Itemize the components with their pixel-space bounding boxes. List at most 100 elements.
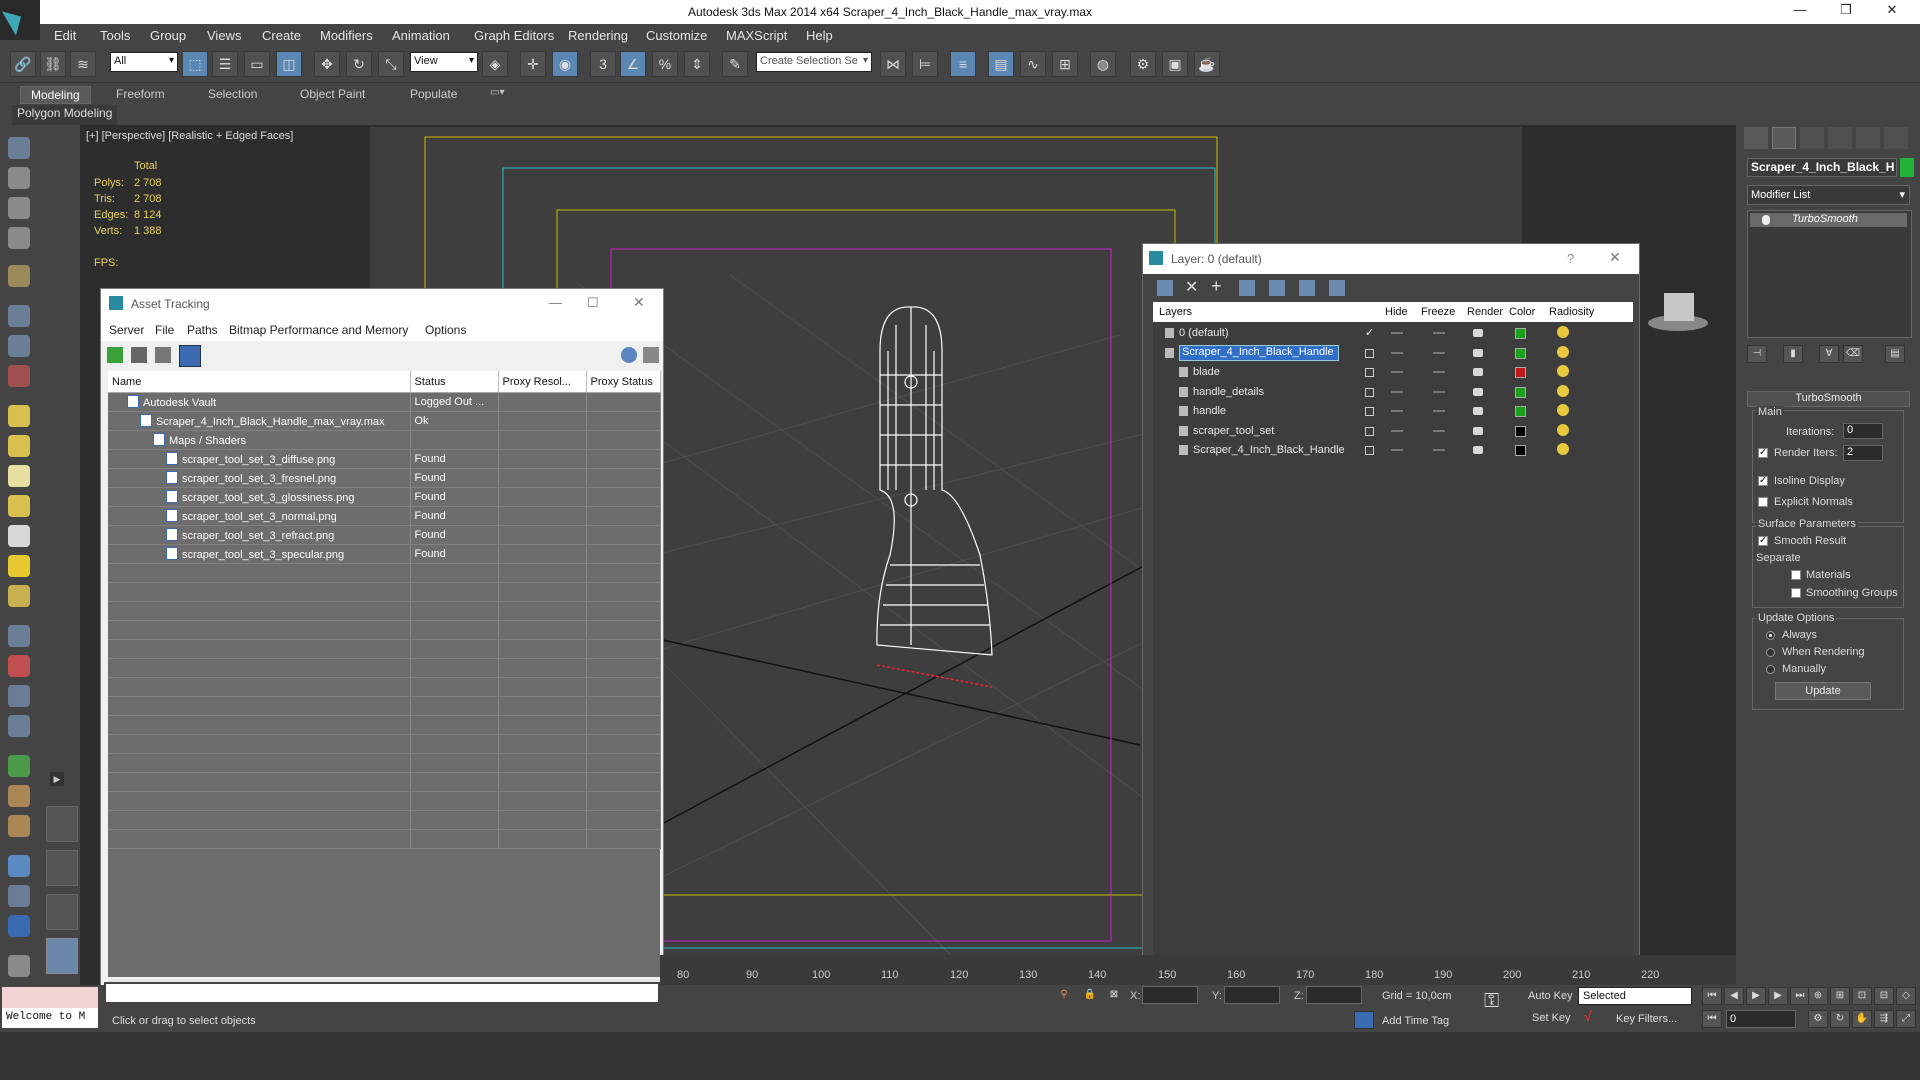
- radiosity-icon[interactable]: [1557, 384, 1569, 397]
- layer-name[interactable]: scraper_tool_set: [1193, 425, 1274, 437]
- materials-checkbox[interactable]: [1791, 570, 1801, 580]
- align-icon[interactable]: ⊨: [912, 51, 938, 77]
- layer-row[interactable]: scraper_tool_set: [1153, 422, 1623, 441]
- close-icon[interactable]: ✕: [633, 294, 645, 311]
- layout-three-icon[interactable]: [46, 850, 78, 886]
- add-to-layer-icon[interactable]: +: [1211, 276, 1227, 296]
- layout-four-icon[interactable]: [46, 806, 78, 842]
- layout-single-icon[interactable]: [46, 938, 78, 974]
- col-render[interactable]: Render: [1467, 306, 1503, 318]
- list-icon[interactable]: [8, 197, 30, 219]
- cone-icon[interactable]: [8, 525, 30, 547]
- key-mode-toggle-icon[interactable]: ⏮: [1702, 1010, 1722, 1028]
- menu-customize[interactable]: Customize: [646, 28, 707, 43]
- timeline[interactable]: 80 90 100 110 120 130 140 150 160 170 18…: [660, 955, 1736, 985]
- render-teapot-icon[interactable]: [1473, 407, 1483, 415]
- script-icon[interactable]: [8, 885, 30, 907]
- table-row[interactable]: scraper_tool_set_3_diffuse.png Found: [108, 449, 661, 469]
- app-logo-icon[interactable]: [0, 0, 40, 40]
- maximize-icon[interactable]: ☐: [587, 295, 599, 311]
- layer-color-swatch[interactable]: [1515, 445, 1526, 456]
- freeze-toggle[interactable]: [1433, 371, 1445, 373]
- go-to-start-icon[interactable]: ⏮: [1702, 987, 1722, 1005]
- update-button[interactable]: Update: [1775, 682, 1871, 700]
- layer-color-swatch[interactable]: [1515, 425, 1526, 437]
- edit-named-selection-icon[interactable]: ✎: [722, 51, 748, 77]
- camera-icon[interactable]: [8, 305, 30, 327]
- percent-snap-icon[interactable]: %: [652, 51, 678, 77]
- helper-icon[interactable]: [8, 335, 30, 357]
- field-of-view-icon[interactable]: ◇: [1896, 987, 1916, 1005]
- network-icon[interactable]: [8, 915, 30, 937]
- asset-tracking-titlebar[interactable]: Asset Tracking — ☐ ✕: [101, 289, 663, 319]
- menu-edit[interactable]: Edit: [54, 28, 76, 43]
- table-row[interactable]: scraper_tool_set_3_glossiness.png Found: [108, 487, 661, 507]
- hide-toggle[interactable]: [1391, 332, 1403, 334]
- tube-icon[interactable]: [8, 685, 30, 707]
- help-icon[interactable]: [621, 347, 637, 363]
- render-iters-spinner[interactable]: 2: [1843, 445, 1883, 461]
- freeze-toggle[interactable]: [1433, 410, 1445, 412]
- rendered-frame-window-icon[interactable]: ▣: [1162, 51, 1188, 77]
- close-button[interactable]: ✕: [1872, 2, 1912, 22]
- minimize-icon[interactable]: —: [549, 295, 562, 310]
- table-row[interactable]: [108, 601, 661, 621]
- configure-sets-icon[interactable]: ▤: [1885, 345, 1905, 363]
- grid-icon[interactable]: [8, 227, 30, 249]
- thumbnail-view-icon[interactable]: [155, 347, 171, 363]
- set-current-layer-icon[interactable]: [1365, 446, 1374, 455]
- layer-manager-icon[interactable]: ≡: [950, 51, 976, 77]
- table-row[interactable]: [108, 829, 661, 849]
- window-crossing-icon[interactable]: ◫: [276, 51, 302, 77]
- select-and-link-icon[interactable]: 🔗: [10, 51, 36, 77]
- table-row[interactable]: Autodesk Vault Logged Out ...: [108, 392, 661, 412]
- radiosity-icon[interactable]: [1557, 365, 1569, 377]
- col-hide[interactable]: Hide: [1385, 306, 1408, 318]
- sphere-icon[interactable]: [8, 435, 30, 457]
- prompt-line[interactable]: [104, 982, 660, 1004]
- named-selection-set-dropdown[interactable]: Create Selection Se: [756, 52, 872, 72]
- z-coord-field[interactable]: [1306, 986, 1362, 1004]
- radiosity-icon[interactable]: [1557, 404, 1569, 416]
- menu-paths[interactable]: Paths: [187, 323, 218, 337]
- table-row[interactable]: scraper_tool_set_3_refract.png Found: [108, 525, 661, 545]
- table-row[interactable]: [108, 658, 661, 678]
- zoom-extents-icon[interactable]: ⊡: [1852, 987, 1872, 1005]
- menu-views[interactable]: Views: [207, 28, 241, 43]
- menu-bitmap-performance[interactable]: Bitmap Performance and Memory: [229, 323, 408, 337]
- play-icon[interactable]: ▶: [1746, 987, 1766, 1005]
- absolute-mode-icon[interactable]: ⊠: [1104, 987, 1124, 1005]
- menu-modifiers[interactable]: Modifiers: [320, 28, 373, 43]
- table-row[interactable]: scraper_tool_set_3_specular.png Found: [108, 544, 661, 564]
- globe-icon[interactable]: [8, 855, 30, 877]
- manually-radio[interactable]: [1766, 665, 1775, 674]
- select-and-move-icon[interactable]: ✥: [314, 51, 340, 77]
- viewport-label[interactable]: [+] [Perspective] [Realistic + Edged Fac…: [86, 130, 293, 142]
- key-mode-icon[interactable]: √: [1584, 1008, 1592, 1024]
- freeze-toggle[interactable]: [1433, 351, 1445, 354]
- menu-tools[interactable]: Tools: [100, 28, 130, 43]
- modifier-list-dropdown[interactable]: Modifier List: [1747, 185, 1910, 205]
- pin-stack-icon[interactable]: ⊣: [1747, 345, 1767, 363]
- ribbon-options-icon[interactable]: ▭▾: [480, 86, 514, 104]
- layer-name[interactable]: blade: [1193, 366, 1220, 378]
- table-row[interactable]: [108, 810, 661, 830]
- spinner-snap-icon[interactable]: ⇕: [684, 51, 710, 77]
- polygon-modeling-panel-label[interactable]: Polygon Modeling: [12, 105, 118, 125]
- maxscript-mini-listener[interactable]: Welcome to M: [2, 1008, 98, 1028]
- show-end-result-icon[interactable]: ▮: [1783, 345, 1803, 363]
- y-coord-field[interactable]: [1224, 986, 1280, 1004]
- menu-group[interactable]: Group: [150, 28, 186, 43]
- freeze-toggle[interactable]: [1433, 449, 1445, 451]
- keyboard-shortcut-override-icon[interactable]: ◉: [552, 51, 578, 77]
- graphite-toolbar-icon[interactable]: ▤: [988, 51, 1014, 77]
- col-radiosity[interactable]: Radiosity: [1549, 306, 1594, 318]
- render-teapot-icon[interactable]: [1473, 446, 1483, 454]
- layer-row[interactable]: handle_details: [1153, 383, 1623, 402]
- pivot-center-icon[interactable]: ◈: [482, 51, 508, 77]
- layer-name[interactable]: 0 (default): [1179, 327, 1229, 339]
- sun-icon[interactable]: [8, 555, 30, 577]
- smoothing-groups-checkbox[interactable]: [1791, 588, 1801, 598]
- orbit-icon[interactable]: ↻: [1830, 1010, 1850, 1028]
- hide-toggle[interactable]: [1391, 449, 1403, 451]
